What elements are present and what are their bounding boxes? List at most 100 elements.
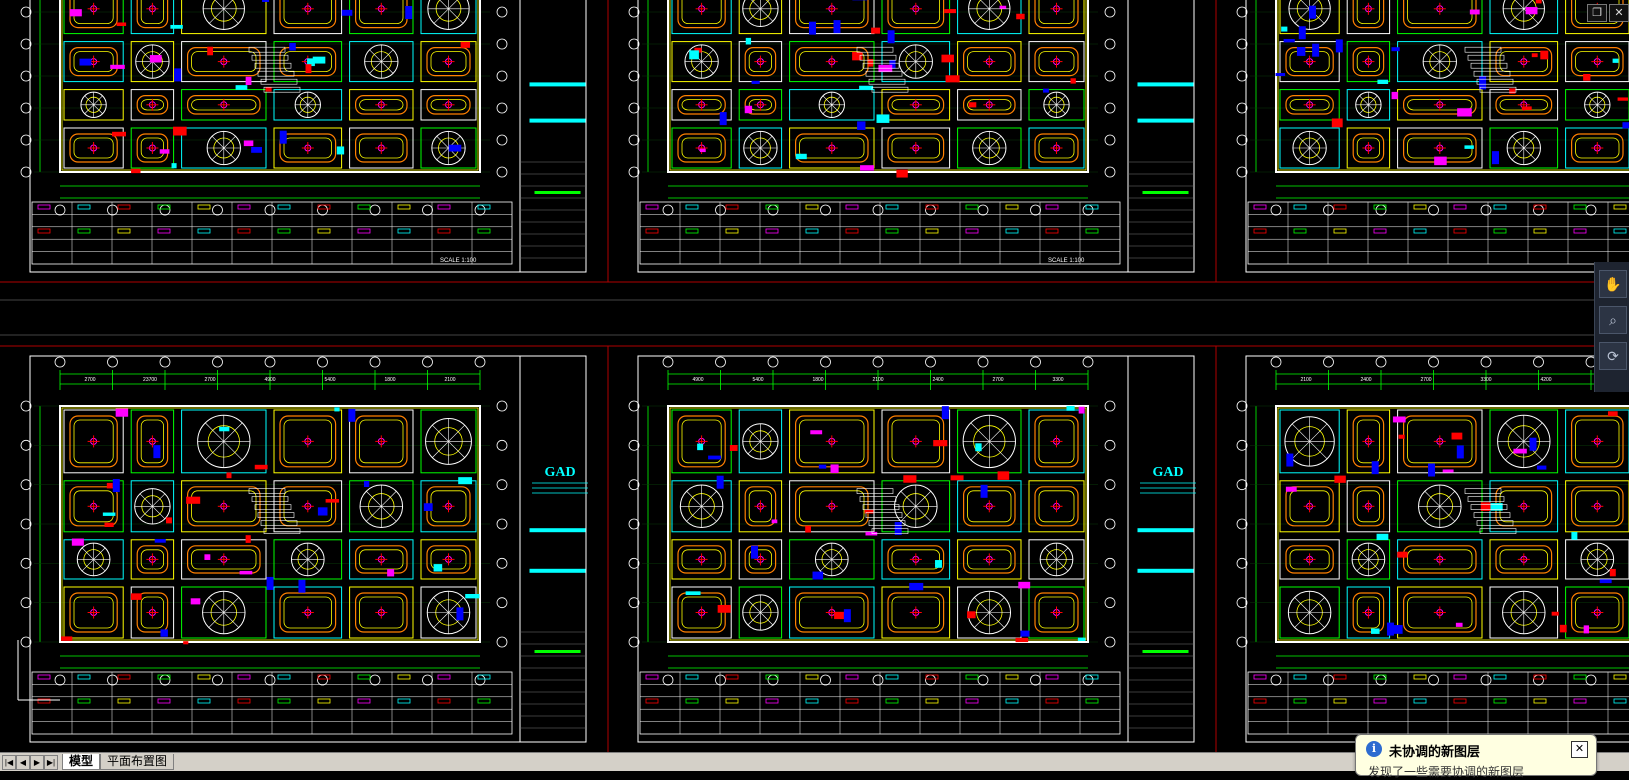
annotation-mark — [1583, 73, 1591, 81]
legend-symbol — [925, 228, 939, 234]
column-fill — [405, 6, 413, 20]
legend-symbol — [1005, 228, 1019, 234]
annotation-mark — [165, 517, 172, 524]
leader-label — [1479, 528, 1517, 534]
grid-bubble — [820, 356, 831, 368]
title-block-text-mark — [529, 82, 586, 87]
annotation-mark — [1469, 9, 1480, 15]
annotation-mark — [944, 9, 956, 14]
dimension-text: 4900 — [692, 377, 703, 383]
annotation-mark — [186, 496, 201, 504]
annotation-mark — [852, 51, 863, 61]
zoom-icon[interactable]: ⌕ — [1599, 306, 1627, 334]
annotation-mark — [149, 55, 162, 63]
annotation-mark — [697, 443, 704, 451]
grid-bubble — [1323, 356, 1334, 368]
grid-bubble — [474, 356, 486, 368]
legend-symbol — [725, 228, 739, 234]
grid-bubble — [1030, 204, 1041, 216]
sheet-frame — [1245, 355, 1629, 743]
annotation-mark — [115, 408, 129, 417]
annotation-mark — [1535, 0, 1542, 4]
orbit-icon[interactable]: ⟳ — [1599, 342, 1627, 370]
grid-bubble — [662, 204, 674, 216]
grid-bubble — [264, 674, 276, 686]
model-space-canvas[interactable]: 2100240027003300420036001800SCALE 1:1003… — [0, 0, 1629, 752]
legend-symbol — [277, 204, 291, 210]
grid-bubble — [715, 674, 726, 686]
legend-symbol — [805, 228, 819, 234]
annotation-mark — [909, 582, 924, 591]
annotation-mark — [448, 144, 462, 152]
legend-symbol — [1333, 204, 1347, 210]
annotation-mark — [830, 464, 839, 473]
legend-symbol — [1613, 674, 1627, 680]
sheet-frame — [637, 0, 1195, 273]
grid-bubble — [422, 204, 433, 216]
grid-bubble — [422, 674, 433, 686]
annotation-mark — [110, 64, 125, 69]
grid-bubble — [1030, 674, 1041, 686]
annotation-mark — [183, 641, 189, 645]
grid-bubble — [212, 674, 223, 686]
legend-symbol — [77, 228, 91, 234]
grid-bubble — [1428, 674, 1439, 686]
dimension-text: 23700 — [143, 377, 157, 383]
legend-symbol — [725, 698, 739, 704]
legend-symbol — [1253, 228, 1267, 234]
annotation-mark — [1622, 122, 1629, 129]
close-notification-button[interactable]: ✕ — [1571, 741, 1588, 758]
grid-bubble — [496, 6, 508, 18]
legend-symbol — [157, 228, 171, 234]
grid-bubble — [977, 204, 989, 216]
legend-symbol — [845, 228, 859, 234]
dimension-text: 2400 — [1360, 377, 1371, 383]
legend-symbol — [37, 228, 51, 234]
close-drawing-button[interactable]: ✕ — [1609, 4, 1629, 22]
tab-floor-plan-layout[interactable]: 平面布置图 — [100, 754, 175, 770]
legend-symbol — [237, 204, 251, 210]
legend-symbol — [157, 674, 171, 680]
annotation-mark — [102, 512, 116, 516]
tab-model[interactable]: 模型 — [62, 754, 101, 770]
annotation-mark — [387, 569, 395, 577]
annotation-mark — [61, 636, 73, 641]
annotation-mark — [717, 604, 731, 613]
legend-symbol — [1005, 674, 1019, 680]
annotation-mark — [1331, 118, 1343, 128]
legend-symbol — [725, 204, 739, 210]
grid-bubble — [496, 70, 508, 82]
first-tab-arrow[interactable]: |◀ — [2, 755, 16, 770]
annotation-mark — [1513, 448, 1527, 454]
restore-window-button[interactable]: ❐ — [1587, 4, 1607, 22]
grid-bubble — [1104, 636, 1116, 648]
legend-symbol — [1333, 698, 1347, 704]
legend-symbol — [1293, 228, 1307, 234]
dimension-text: 3300 — [1052, 377, 1063, 383]
next-tab-arrow[interactable]: ▶ — [30, 755, 44, 770]
notification-title: 未协调的新图层 — [1389, 744, 1481, 759]
grid-bubble — [496, 134, 508, 146]
annotation-mark — [745, 37, 752, 45]
grid-bubble — [662, 356, 674, 368]
grid-bubble — [107, 204, 118, 216]
grid-bubble — [496, 557, 508, 569]
legend-symbol — [1413, 698, 1427, 704]
legend-symbol — [1045, 204, 1059, 210]
prev-tab-arrow[interactable]: ◀ — [16, 755, 30, 770]
legend-symbol — [277, 698, 291, 704]
annotation-mark — [1480, 502, 1491, 511]
annotation-mark — [1043, 88, 1049, 93]
legend-symbol — [645, 674, 659, 680]
dimension-text: 2400 — [932, 377, 943, 383]
grid-bubble — [1104, 557, 1116, 569]
grid-bubble — [925, 356, 936, 368]
legend-symbol — [37, 674, 51, 680]
legend-symbol — [1493, 698, 1507, 704]
grid-bubble — [317, 674, 328, 686]
title-block-text-mark — [1142, 650, 1189, 653]
pan-icon[interactable]: ✋ — [1599, 270, 1627, 298]
annotation-mark — [171, 163, 177, 169]
legend-symbol — [805, 204, 819, 210]
last-tab-arrow[interactable]: ▶| — [44, 755, 58, 770]
